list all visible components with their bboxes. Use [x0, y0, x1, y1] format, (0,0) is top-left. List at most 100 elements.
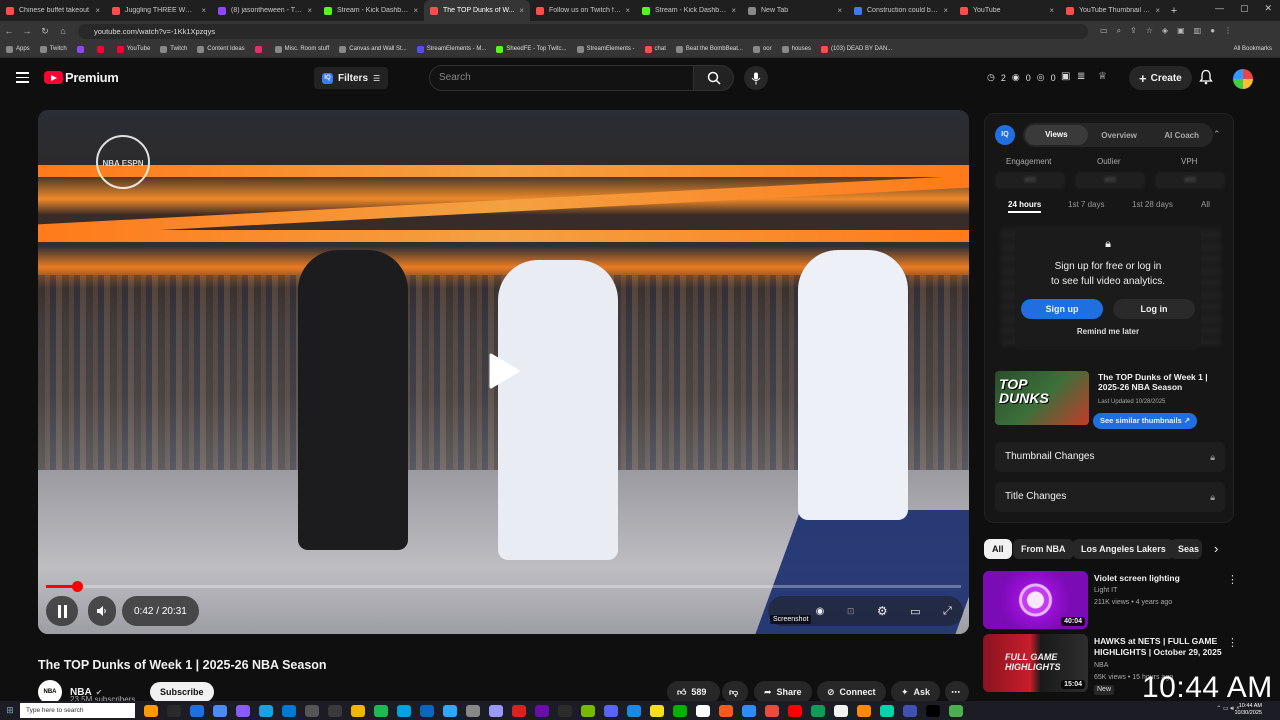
back-icon[interactable]: ← — [0, 26, 18, 36]
tab-close-icon[interactable]: × — [1049, 6, 1054, 15]
all-bookmarks-button[interactable]: All Bookmarks — [1234, 46, 1272, 52]
taskbar-app-icon[interactable] — [811, 704, 825, 717]
tab-close-icon[interactable]: × — [625, 6, 630, 15]
volume-button[interactable] — [88, 596, 116, 626]
taskbar-search-input[interactable]: Type here to search — [20, 703, 135, 718]
taskbar-app-icon[interactable] — [351, 704, 365, 717]
bookmark-item[interactable]: Twitch — [160, 45, 187, 53]
taskbar-app-icon[interactable] — [535, 704, 549, 717]
remind-later-link[interactable]: Remind me later — [1015, 327, 1201, 336]
taskbar-app-icon[interactable] — [834, 704, 848, 717]
share-button[interactable]: ➦ Share — [754, 681, 812, 703]
new-tab-icon[interactable]: + — [1166, 5, 1182, 17]
bookmark-item[interactable]: Canvas and Wall St... — [339, 45, 407, 53]
taskbar-app-icon[interactable] — [512, 704, 526, 717]
browser-tab[interactable]: Chinese buffet takeout × — [0, 0, 106, 21]
taskbar-app-icon[interactable] — [420, 704, 434, 717]
bookmark-item[interactable] — [254, 45, 265, 53]
home-icon[interactable]: ⌂ — [54, 26, 72, 36]
bookmark-item[interactable]: Twitch — [39, 45, 67, 53]
taskbar-app-icon[interactable] — [581, 704, 595, 717]
bookmark-item[interactable] — [96, 45, 107, 53]
bookmark-item[interactable]: Content Ideas — [197, 45, 245, 53]
settings-gear-icon[interactable]: ⚙ — [877, 604, 888, 618]
forward-icon[interactable]: → — [18, 26, 36, 36]
bookmark-item[interactable] — [76, 45, 87, 53]
taskbar-app-icon[interactable] — [558, 704, 572, 717]
notifications-button[interactable] — [1199, 69, 1213, 90]
tab-close-icon[interactable]: × — [519, 6, 524, 15]
close-window-icon[interactable]: ✕ — [1264, 3, 1272, 14]
tab-overview[interactable]: Overview — [1088, 131, 1151, 140]
theater-mode-icon[interactable]: ▭ — [910, 605, 920, 618]
rec-title[interactable]: HAWKS at NETS | FULL GAME HIGHLIGHTS | O… — [1094, 636, 1229, 658]
range-28-days[interactable]: 1st 28 days — [1132, 200, 1173, 209]
tab-ai-coach[interactable]: AI Coach — [1150, 131, 1213, 140]
chip-from-nba[interactable]: From NBA — [1013, 539, 1074, 559]
chips-next-chevron-icon[interactable]: › — [1214, 541, 1218, 556]
taskbar-app-icon[interactable] — [903, 704, 917, 717]
taskbar-app-icon[interactable] — [696, 704, 710, 717]
thumbnail-changes-row[interactable]: Thumbnail Changes 🔒︎ — [995, 442, 1225, 472]
rec-thumbnail[interactable]: FULL GAME HIGHLIGHTS 15:04 — [983, 634, 1088, 692]
list-icon[interactable]: ≣ — [1077, 71, 1085, 82]
windows-start-icon[interactable]: ⊞ — [0, 705, 20, 716]
browser-tab[interactable]: Stream - Kick Dashboard × — [636, 0, 742, 21]
connect-button[interactable]: ⊘ Connect — [817, 681, 886, 703]
see-similar-thumbnails-button[interactable]: See similar thumbnails ↗ — [1093, 413, 1198, 429]
profile-icon[interactable]: ● — [1210, 26, 1215, 36]
taskbar-app-icon[interactable] — [627, 704, 641, 717]
range-all[interactable]: All — [1201, 200, 1210, 209]
tab-close-icon[interactable]: × — [943, 6, 948, 15]
taskbar-app-icon[interactable] — [742, 704, 756, 717]
taskbar-app-icon[interactable] — [397, 704, 411, 717]
taskbar-app-icon[interactable] — [949, 704, 963, 717]
like-button[interactable]: 👍︎ 589 — [667, 681, 720, 703]
taskbar-app-icon[interactable] — [926, 704, 940, 717]
title-changes-row[interactable]: Title Changes 🔒︎ — [995, 482, 1225, 512]
minimize-icon[interactable]: — — [1215, 3, 1224, 14]
recommendation-item[interactable]: 40:04 Violet screen lighting Light IT 21… — [983, 571, 1253, 629]
sidebar-icon[interactable]: ▥ — [1194, 26, 1202, 36]
tab-close-icon[interactable]: × — [201, 6, 206, 15]
sign-up-button[interactable]: Sign up — [1021, 299, 1103, 319]
browser-tab[interactable]: YouTube Thumbnail Dow × — [1060, 0, 1166, 21]
chip-season[interactable]: Seas — [1170, 539, 1202, 559]
bookmark-item[interactable]: SheedFE - Top Twitc... — [496, 45, 567, 53]
big-play-icon[interactable] — [487, 352, 521, 390]
taskbar-app-icon[interactable] — [167, 704, 181, 717]
taskbar-app-icon[interactable] — [466, 704, 480, 717]
taskbar-app-icon[interactable] — [765, 704, 779, 717]
bookmark-item[interactable]: YouTube — [116, 45, 150, 53]
rec-thumbnail[interactable]: 40:04 — [983, 571, 1088, 629]
maximize-icon[interactable]: ▢ — [1240, 3, 1249, 14]
more-actions-button[interactable]: ⋯ — [945, 681, 969, 703]
dislike-button[interactable]: 👎︎ — [722, 681, 748, 703]
rec-title[interactable]: Violet screen lighting — [1094, 573, 1229, 584]
range-24-hours[interactable]: 24 hours — [1008, 200, 1042, 213]
search-input[interactable]: Search — [429, 65, 694, 91]
bookmark-item[interactable]: StreamElements - M... — [416, 45, 486, 53]
subscribe-button[interactable]: Subscribe — [150, 682, 214, 702]
video-player[interactable]: NBA ESPN 0:42 / 20:31 ◉ ⊡ ⚙ ▭ ⤢ Screensh… — [38, 110, 969, 634]
taskbar-app-icon[interactable] — [673, 704, 687, 717]
chip-all[interactable]: All — [984, 539, 1012, 559]
create-button[interactable]: + Create — [1129, 66, 1192, 90]
tab-close-icon[interactable]: × — [1155, 6, 1160, 15]
reload-icon[interactable]: ↻ — [36, 26, 54, 37]
range-7-days[interactable]: 1st 7 days — [1068, 200, 1104, 209]
taskbar-app-icon[interactable] — [880, 704, 894, 717]
bookmark-item[interactable]: StreamElements - — [576, 45, 635, 53]
video-progress-bar[interactable] — [46, 581, 961, 592]
hamburger-menu-icon[interactable] — [16, 72, 29, 83]
zoom-icon[interactable]: ⌕ — [1117, 26, 1121, 36]
taskbar-app-icon[interactable] — [604, 704, 618, 717]
collapse-chevron-icon[interactable]: ⌃ — [1213, 129, 1221, 140]
browser-tab[interactable]: YouTube × — [954, 0, 1060, 21]
cast-icon[interactable]: ▭ — [1100, 26, 1108, 36]
search-button[interactable] — [694, 65, 734, 91]
subtitles-icon[interactable]: ⊡ — [847, 606, 855, 617]
taskbar-app-icon[interactable] — [374, 704, 388, 717]
taskbar-app-icon[interactable] — [213, 704, 227, 717]
browser-tab[interactable]: Follow us on Twitch for m × — [530, 0, 636, 21]
